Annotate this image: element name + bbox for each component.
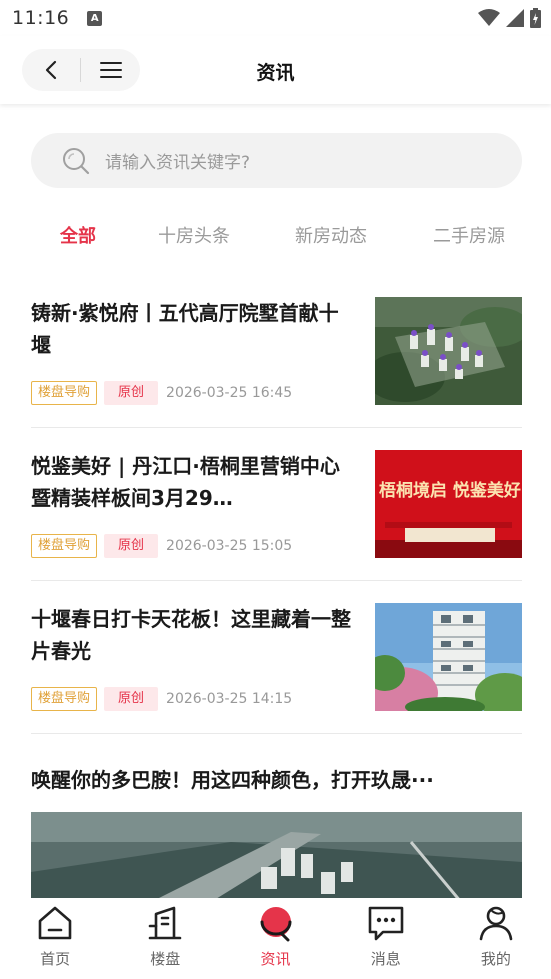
tabbar-label: 消息 <box>370 950 401 968</box>
divider <box>31 427 522 428</box>
app-header: 资讯 <box>0 36 551 104</box>
battery-icon <box>530 8 541 28</box>
news-icon <box>260 907 291 942</box>
divider <box>31 580 522 581</box>
article-meta: 楼盘导购 原创 2026-03-25 15:05 <box>31 534 292 558</box>
tag-guide: 楼盘导购 <box>31 534 98 558</box>
home-icon <box>38 906 72 940</box>
chevron-left-icon <box>45 60 57 80</box>
nav-capsule <box>22 49 140 91</box>
notification-badge-icon: A <box>87 10 103 26</box>
tabbar-label: 楼盘 <box>150 950 181 968</box>
article-title: 十堰春日打卡天花板！这里藏着一整片春光 <box>31 607 351 663</box>
profile-icon <box>479 906 513 941</box>
status-time: 11:16 <box>12 7 70 29</box>
menu-icon <box>99 62 122 78</box>
article-date: 2026-03-25 15:05 <box>166 538 293 554</box>
tab-all[interactable]: 全部 <box>60 222 96 248</box>
tab-new-homes[interactable]: 新房动态 <box>295 222 367 248</box>
tag-original: 原创 <box>104 534 159 558</box>
divider <box>31 733 522 734</box>
tag-guide: 楼盘导购 <box>31 381 98 405</box>
article-title: 铸新·紫悦府丨五代高厅院墅首献十堰 <box>31 301 339 357</box>
tag-guide: 楼盘导购 <box>31 687 98 711</box>
tag-original: 原创 <box>104 381 159 405</box>
tabbar-label: 资讯 <box>260 950 291 968</box>
building-icon <box>148 906 182 940</box>
article-image[interactable] <box>31 812 522 902</box>
article-item[interactable]: 悦鉴美好 | 丹江口·梧桐里营销中心暨精装样板间3月29… 楼盘导购 原创 20… <box>31 450 522 560</box>
article-date: 2026-03-25 16:45 <box>166 385 293 401</box>
tabbar-profile[interactable]: 我的 <box>441 898 551 979</box>
back-button[interactable] <box>22 49 80 91</box>
thumbnail-caption: 梧桐境启 悦鉴美好 <box>379 481 521 501</box>
menu-button[interactable] <box>81 49 140 91</box>
category-tabs: 全部 十房头条 新房动态 二手房源 <box>0 222 551 256</box>
search-icon <box>63 147 90 174</box>
search-input[interactable]: 请输入资讯关键字? <box>31 133 522 188</box>
tabbar-label: 我的 <box>480 950 511 968</box>
status-bar: 11:16 A <box>0 0 551 36</box>
tabbar-news[interactable]: 资讯 <box>220 898 330 979</box>
article-thumbnail: 梧桐境启 悦鉴美好 <box>375 450 522 558</box>
tabbar-label: 首页 <box>40 950 71 968</box>
status-indicators <box>478 8 541 28</box>
article-item[interactable]: 十堰春日打卡天花板！这里藏着一整片春光 楼盘导购 原创 2026-03-25 1… <box>31 603 522 713</box>
tab-headlines[interactable]: 十房头条 <box>158 222 230 248</box>
article-title: 悦鉴美好 | 丹江口·梧桐里营销中心暨精装样板间3月29… <box>31 454 340 510</box>
tag-original: 原创 <box>104 687 159 711</box>
article-thumbnail <box>375 603 522 711</box>
wifi-icon <box>478 9 500 26</box>
article-title[interactable]: 唤醒你的多巴胺！用这四种颜色，打开玖晟··· <box>31 764 522 793</box>
article-meta: 楼盘导购 原创 2026-03-25 16:45 <box>31 381 292 405</box>
tabbar-messages[interactable]: 消息 <box>331 898 441 979</box>
article-thumbnail <box>375 297 522 405</box>
search-placeholder: 请输入资讯关键字? <box>105 153 251 173</box>
article-item[interactable]: 铸新·紫悦府丨五代高厅院墅首献十堰 楼盘导购 原创 2026-03-25 16:… <box>31 297 522 407</box>
tab-second-hand[interactable]: 二手房源 <box>433 222 505 248</box>
tabbar-buildings[interactable]: 楼盘 <box>110 898 220 979</box>
message-icon <box>368 906 404 941</box>
article-meta: 楼盘导购 原创 2026-03-25 14:15 <box>31 687 292 711</box>
article-date: 2026-03-25 14:15 <box>166 691 293 707</box>
bottom-tab-bar: 首页 楼盘 资讯 消息 我的 <box>0 898 551 979</box>
signal-icon <box>506 9 524 27</box>
tabbar-home[interactable]: 首页 <box>0 898 110 979</box>
